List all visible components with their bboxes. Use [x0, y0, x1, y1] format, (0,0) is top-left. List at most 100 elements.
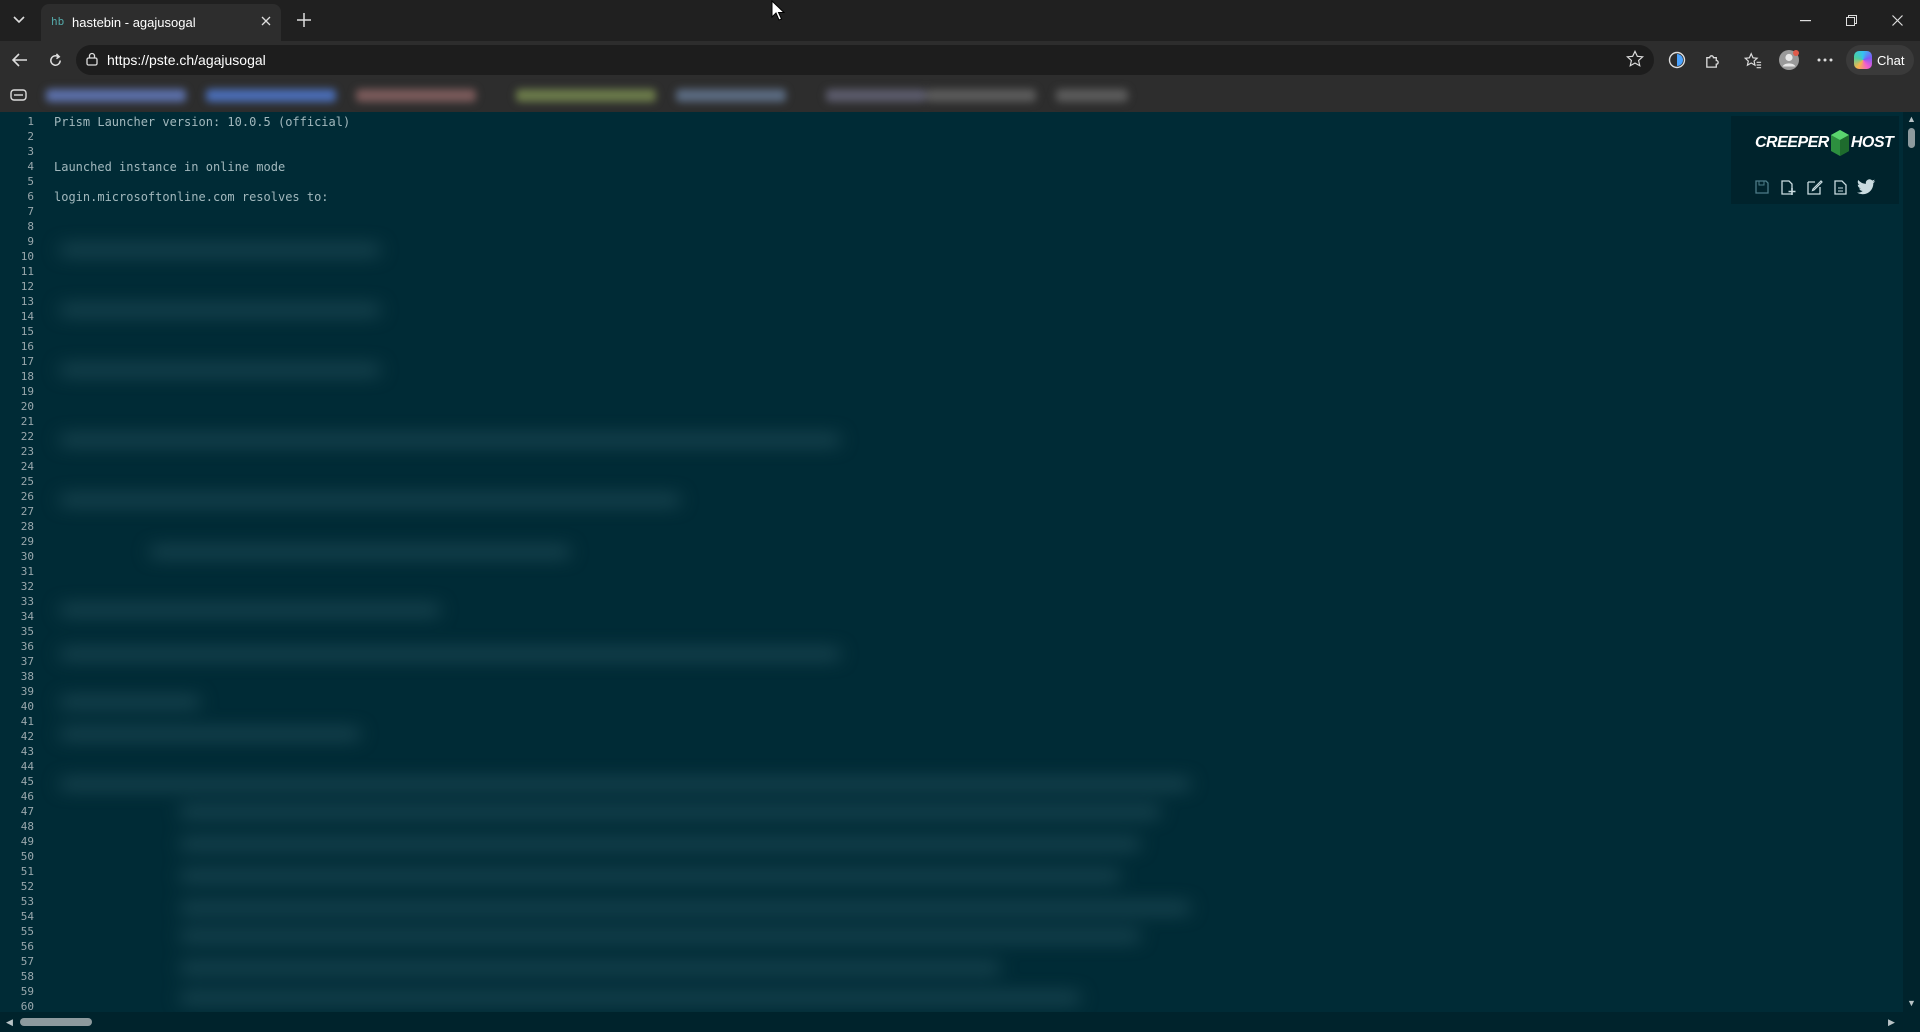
line-number: 19 — [20, 385, 34, 398]
horizontal-scroll-thumb[interactable] — [20, 1018, 92, 1026]
vertical-scroll-thumb[interactable] — [1908, 128, 1915, 148]
line-number: 53 — [20, 895, 34, 908]
lock-icon[interactable] — [86, 52, 98, 71]
line-number: 59 — [20, 985, 34, 998]
creeper-cube-icon — [1830, 130, 1849, 156]
line-number: 14 — [20, 310, 34, 323]
line-number: 38 — [20, 670, 34, 683]
blurred-log-content — [40, 204, 1900, 1012]
tab-actions-button[interactable] — [4, 6, 34, 34]
line-number: 42 — [20, 730, 34, 743]
copilot-label: Chat — [1877, 53, 1905, 68]
line-number: 40 — [20, 700, 34, 713]
line-number-gutter: 1 2 3 4 5 6 7 8 9 10 11 12 13 14 15 16 17 18 19 20 21 22 23 24 2… — [0, 112, 38, 1013]
line-number: 29 — [20, 535, 34, 548]
tab-title: hastebin - agajusogal — [72, 15, 196, 30]
line-number: 46 — [20, 790, 34, 803]
tab-strip: hb hastebin - agajusogal — [0, 0, 1920, 41]
line-number: 28 — [20, 520, 34, 533]
line-number: 43 — [20, 745, 34, 758]
line-number: 6 — [27, 190, 34, 203]
hastebin-favicon-icon: hb — [51, 15, 65, 28]
refresh-button[interactable] — [40, 46, 70, 74]
scroll-right-arrow-icon[interactable]: ▶ — [1888, 1017, 1895, 1028]
minimize-button[interactable] — [1782, 0, 1828, 41]
line-number: 49 — [20, 835, 34, 848]
duplicate-edit-button[interactable] — [1803, 176, 1825, 198]
refresh-icon — [49, 52, 61, 66]
new-tab-icon — [297, 13, 311, 27]
creeperhost-logo[interactable]: CREEPER HOST — [1755, 128, 1894, 158]
line-number: 13 — [20, 295, 34, 308]
close-tab-button[interactable] — [261, 13, 271, 31]
new-tab-button[interactable] — [290, 7, 318, 33]
line-number: 30 — [20, 550, 34, 563]
extensions-button[interactable] — [1697, 46, 1727, 74]
line-number: 51 — [20, 865, 34, 878]
minimize-icon — [1799, 19, 1811, 21]
line-number: 55 — [20, 925, 34, 938]
line-number: 21 — [20, 415, 34, 428]
scroll-up-arrow-icon[interactable]: ▲ — [1907, 114, 1916, 124]
code-line: login.microsoftonline.com resolves to: — [54, 190, 329, 204]
back-icon — [12, 53, 27, 67]
code-editor[interactable]: 1 2 3 4 5 6 7 8 9 10 11 12 13 14 15 16 17 18 19 20 21 22 23 24 2… — [0, 112, 1920, 1032]
back-button[interactable] — [5, 46, 35, 74]
line-number: 33 — [20, 595, 34, 608]
copilot-chat-button[interactable]: Chat — [1846, 45, 1914, 75]
profile-icon — [1779, 50, 1799, 70]
more-icon — [1817, 58, 1833, 62]
line-number: 7 — [27, 205, 34, 218]
line-number: 45 — [20, 775, 34, 788]
close-icon — [261, 16, 271, 26]
new-document-button[interactable] — [1777, 176, 1799, 198]
line-number: 41 — [20, 715, 34, 728]
url-text[interactable]: https://pste.ch/agajusogal — [107, 52, 266, 68]
browser-essentials-button[interactable] — [1662, 46, 1692, 74]
close-window-button[interactable] — [1874, 0, 1920, 41]
line-number: 1 — [27, 115, 34, 128]
restore-button[interactable] — [1828, 0, 1874, 41]
raw-icon — [1833, 179, 1847, 195]
copilot-icon — [1854, 51, 1872, 69]
reading-view-icon[interactable] — [10, 88, 27, 107]
favorites-icon — [1744, 51, 1762, 68]
line-number: 4 — [27, 160, 34, 173]
scroll-down-arrow-icon[interactable]: ▼ — [1907, 998, 1916, 1008]
active-tab[interactable]: hb hastebin - agajusogal — [41, 4, 281, 41]
line-number: 24 — [20, 460, 34, 473]
favorite-star-icon — [1625, 49, 1645, 67]
line-number: 32 — [20, 580, 34, 593]
line-number: 47 — [20, 805, 34, 818]
scroll-left-arrow-icon[interactable]: ◀ — [6, 1017, 13, 1028]
brand-tool-panel: CREEPER HOST — [1731, 116, 1899, 204]
line-number: 34 — [20, 610, 34, 623]
favorite-star-button[interactable] — [1625, 49, 1645, 73]
line-number: 36 — [20, 640, 34, 653]
line-number: 54 — [20, 910, 34, 923]
more-button[interactable] — [1810, 46, 1840, 74]
close-icon — [1891, 15, 1903, 26]
twitter-share-button[interactable] — [1855, 176, 1877, 198]
edit-icon — [1806, 179, 1823, 195]
line-number: 44 — [20, 760, 34, 773]
raw-text-button[interactable] — [1829, 176, 1851, 198]
line-number: 57 — [20, 955, 34, 968]
line-number: 50 — [20, 850, 34, 863]
save-button[interactable] — [1751, 176, 1773, 198]
line-number: 37 — [20, 655, 34, 668]
line-number: 52 — [20, 880, 34, 893]
vertical-scrollbar[interactable]: ▲ ▼ — [1903, 112, 1920, 1012]
line-number: 9 — [27, 235, 34, 248]
horizontal-scrollbar[interactable]: ◀ ▶ — [0, 1012, 1920, 1032]
address-bar[interactable]: https://pste.ch/agajusogal — [76, 45, 1654, 75]
favorites-button[interactable] — [1738, 46, 1768, 74]
profile-button[interactable] — [1774, 46, 1804, 74]
line-number: 11 — [20, 265, 34, 278]
shield-heart-icon — [1668, 51, 1686, 69]
save-icon — [1755, 180, 1769, 194]
line-number: 35 — [20, 625, 34, 638]
new-icon — [1780, 179, 1795, 195]
line-number: 15 — [20, 325, 34, 338]
favorites-items-blurred[interactable] — [46, 83, 1128, 108]
